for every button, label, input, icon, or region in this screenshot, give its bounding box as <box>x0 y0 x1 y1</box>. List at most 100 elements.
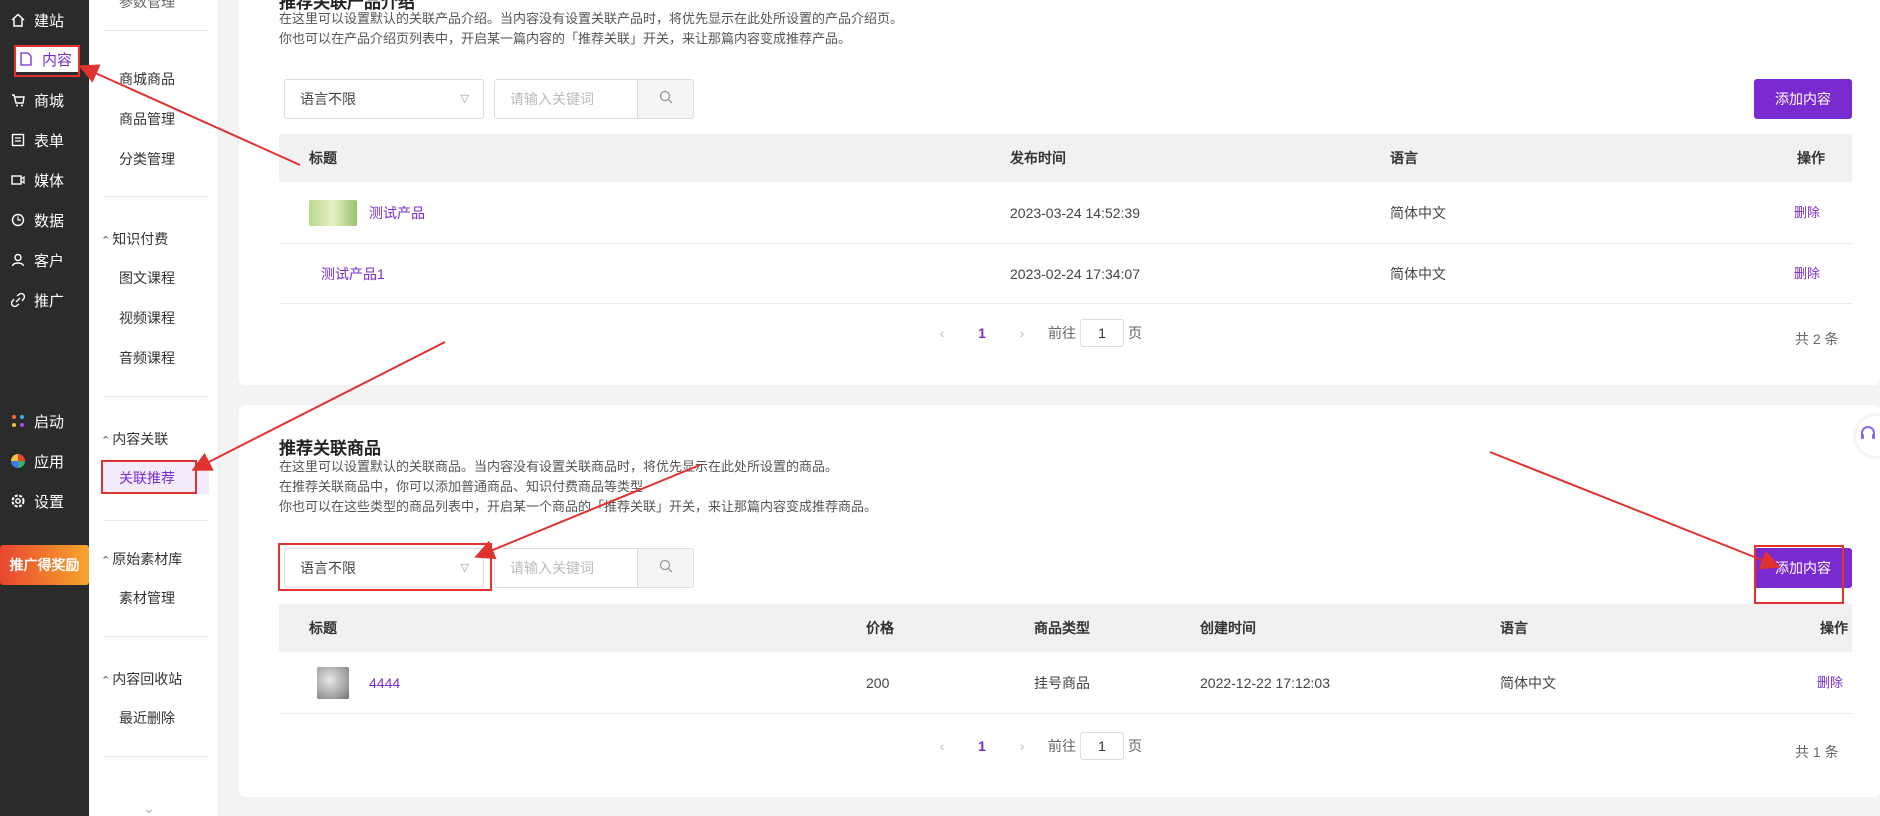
submenu-group-recycle[interactable]: 内容回收站 <box>101 669 182 689</box>
cart-icon <box>10 92 26 108</box>
submenu-group-knowledge[interactable]: 知识付费 <box>101 229 168 249</box>
submenu-item-shop-goods[interactable]: 商城商品 <box>119 69 175 89</box>
column-header-title: 标题 <box>309 620 337 636</box>
column-header-language: 语言 <box>1390 150 1418 166</box>
page-number[interactable]: 1 <box>962 738 1002 754</box>
keyword-search-input[interactable]: 请输入关键词 <box>494 548 637 588</box>
page-unit-label: 页 <box>1128 738 1142 754</box>
add-content-button[interactable]: 添加内容 <box>1754 79 1852 119</box>
page-unit-label: 页 <box>1128 325 1142 341</box>
language-select-value: 语言不限 <box>300 91 356 107</box>
delete-link[interactable]: 删除 <box>1794 182 1820 244</box>
card-title: 推荐关联商品 <box>279 439 381 458</box>
pagination: ‹ 1 › 前往 1 页 <box>922 319 1142 347</box>
goods-type: 挂号商品 <box>1034 675 1090 691</box>
product-title-link[interactable]: 测试产品1 <box>321 244 385 304</box>
column-header-language: 语言 <box>1500 620 1528 636</box>
form-icon <box>10 132 26 148</box>
launch-icon <box>10 413 26 429</box>
nav-item-launch[interactable]: 启动 <box>10 408 64 434</box>
submenu-item-material-manage[interactable]: 素材管理 <box>119 588 175 608</box>
table-header: 标题 价格 商品类型 创建时间 语言 操作 <box>279 604 1852 652</box>
pagination: ‹ 1 › 前往 1 页 <box>922 732 1142 760</box>
annotation-box-content-nav <box>14 45 80 77</box>
nav-item-label: 推广 <box>34 292 65 310</box>
product-title-link[interactable]: 测试产品 <box>369 182 425 244</box>
total-count: 共 1 条 <box>1795 744 1839 760</box>
nav-item-label: 数据 <box>34 212 65 230</box>
divider <box>103 396 209 397</box>
nav-item-settings[interactable]: 设置 <box>10 488 64 514</box>
nav-item-label: 设置 <box>34 493 65 511</box>
table-row: 测试产品1 2023-02-24 17:34:07 简体中文 删除 <box>279 244 1852 304</box>
promo-badge[interactable]: 推广得奖励 <box>0 545 89 585</box>
publish-time: 2023-02-24 17:34:07 <box>1010 266 1140 282</box>
link-icon <box>10 292 26 308</box>
nav-item-shop[interactable]: 商城 <box>10 87 64 113</box>
nav-item-form[interactable]: 表单 <box>10 127 64 153</box>
column-header-title: 标题 <box>309 150 337 166</box>
column-header-goods-type: 商品类型 <box>1034 620 1090 636</box>
language-value: 简体中文 <box>1390 205 1446 221</box>
card-description-line: 在这里可以设置默认的关联产品介绍。当内容没有设置关联产品时，将优先显示在此处所设… <box>279 11 904 26</box>
data-icon <box>10 212 26 228</box>
collapse-chevron-icon[interactable]: ⌄ <box>143 800 155 816</box>
submenu-item-category[interactable]: 分类管理 <box>119 149 175 169</box>
nav-item-promote[interactable]: 推广 <box>10 287 64 313</box>
prev-page-button[interactable]: ‹ <box>922 325 962 341</box>
search-button[interactable] <box>637 79 694 119</box>
headset-icon <box>1860 425 1876 448</box>
nav-item-site[interactable]: 建站 <box>10 7 64 33</box>
product-thumbnail <box>309 200 357 226</box>
submenu-item-recent-deleted[interactable]: 最近删除 <box>119 708 175 728</box>
divider <box>103 756 209 757</box>
user-icon <box>10 252 26 268</box>
submenu-item-video-course[interactable]: 视频课程 <box>119 308 175 328</box>
goto-page-input[interactable]: 1 <box>1080 732 1124 760</box>
card-description-line: 你也可以在产品介绍页列表中，开启某一篇内容的「推荐关联」开关，来让那篇内容变成推… <box>279 31 852 46</box>
card-description-line: 在推荐关联商品中，你可以添加普通商品、知识付费商品等类型 <box>279 479 644 494</box>
next-page-button[interactable]: › <box>1002 738 1042 754</box>
submenu-item-params[interactable]: 参数管理 <box>119 0 175 12</box>
divider <box>103 636 209 637</box>
prev-page-button[interactable]: ‹ <box>922 738 962 754</box>
annotation-box-related-recommend <box>101 460 197 494</box>
card-description-line: 在这里可以设置默认的关联商品。当内容没有设置关联商品时，将优先显示在此处所设置的… <box>279 459 839 474</box>
submenu-item-article-course[interactable]: 图文课程 <box>119 268 175 288</box>
related-product-card: 推荐关联产品介绍 在这里可以设置默认的关联产品介绍。当内容没有设置关联产品时，将… <box>239 0 1880 385</box>
publish-time: 2023-03-24 14:52:39 <box>1010 205 1140 221</box>
submenu-item-audio-course[interactable]: 音频课程 <box>119 348 175 368</box>
nav-item-apps[interactable]: 应用 <box>10 448 64 474</box>
divider <box>103 30 209 31</box>
home-icon <box>10 12 26 28</box>
page-number[interactable]: 1 <box>962 325 1002 341</box>
card-description-line: 你也可以在这些类型的商品列表中，开启某一个商品的「推荐关联」开关，来让那篇内容变… <box>279 499 878 514</box>
keyword-search-input[interactable]: 请输入关键词 <box>494 79 637 119</box>
submenu-group-content-link[interactable]: 内容关联 <box>101 429 168 449</box>
delete-link[interactable]: 删除 <box>1794 244 1820 304</box>
submenu-group-material[interactable]: 原始素材库 <box>101 549 182 569</box>
divider <box>103 196 209 197</box>
search-button[interactable] <box>637 548 694 588</box>
delete-link[interactable]: 删除 <box>1817 652 1843 714</box>
table-row: 测试产品 2023-03-24 14:52:39 简体中文 删除 <box>279 182 1852 244</box>
column-header-publish-time: 发布时间 <box>1010 150 1066 166</box>
nav-item-label: 商城 <box>34 92 65 110</box>
goods-title-link[interactable]: 4444 <box>369 652 400 714</box>
nav-item-label: 媒体 <box>34 172 65 190</box>
language-select[interactable]: 语言不限 ▽ <box>284 79 484 119</box>
goto-page-input[interactable]: 1 <box>1080 319 1124 347</box>
submenu-item-goods-manage[interactable]: 商品管理 <box>119 109 175 129</box>
nav-item-media[interactable]: 媒体 <box>10 167 64 193</box>
nav-item-label: 启动 <box>34 413 65 431</box>
main-nav-rail: 建站 内容 商城 表单 媒体 数据 客户 推广 启动 应用 设置 推广得奖励 <box>0 0 89 816</box>
nav-item-label: 建站 <box>34 12 65 30</box>
next-page-button[interactable]: › <box>1002 325 1042 341</box>
divider <box>103 520 209 521</box>
nav-item-data[interactable]: 数据 <box>10 207 64 233</box>
apps-icon <box>10 453 26 469</box>
content-submenu: 参数管理 商城商品 商品管理 分类管理 知识付费 图文课程 视频课程 音频课程 … <box>89 0 219 816</box>
nav-item-customer[interactable]: 客户 <box>10 247 64 273</box>
chevron-down-icon: ▽ <box>460 93 469 105</box>
annotation-box-add-button <box>1754 545 1844 604</box>
